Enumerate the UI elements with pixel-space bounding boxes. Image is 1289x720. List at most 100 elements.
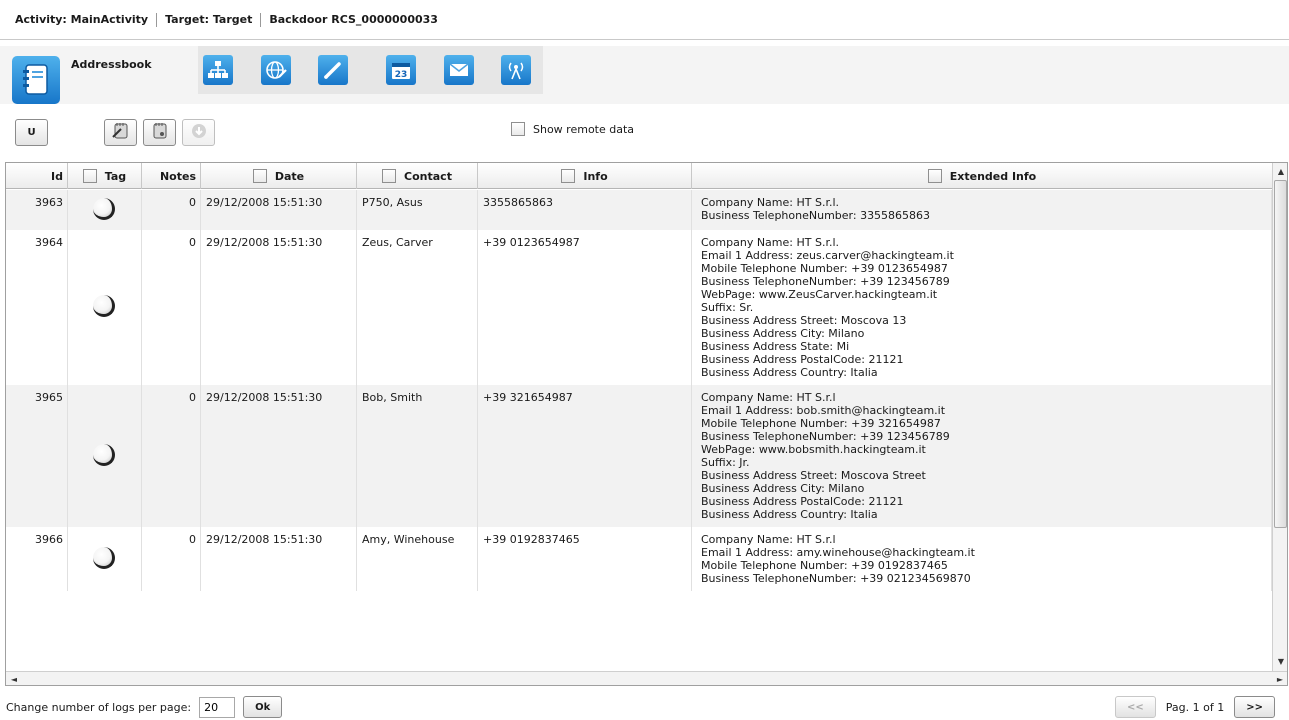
cell-info: +39 0192837465 bbox=[478, 527, 692, 591]
extended-info-line: Business Address PostalCode: 21121 bbox=[701, 495, 904, 508]
scroll-right-icon[interactable]: ► bbox=[1272, 671, 1287, 685]
cell-tag bbox=[68, 385, 142, 527]
tag-edit-button[interactable] bbox=[104, 119, 137, 146]
column-header-date[interactable]: Date bbox=[201, 163, 357, 189]
breadcrumb-backdoor[interactable]: Backdoor RCS_0000000033 bbox=[260, 12, 446, 27]
cell-info: 3355865863 bbox=[478, 190, 692, 230]
extended-info-line: Suffix: Sr. bbox=[701, 301, 754, 314]
scroll-up-icon[interactable]: ▲ bbox=[1273, 163, 1287, 179]
extended-info-line: Company Name: HT S.r.l bbox=[701, 391, 836, 404]
notes-button[interactable] bbox=[143, 119, 176, 146]
cell-id: 3963 bbox=[6, 190, 68, 230]
vertical-scrollbar[interactable]: ▲ ▼ bbox=[1272, 163, 1287, 671]
cell-extended: Company Name: HT S.r.l. Email 1 Address: … bbox=[692, 230, 1272, 385]
scroll-left-icon[interactable]: ◄ bbox=[6, 671, 22, 685]
cell-contact: Zeus, Carver bbox=[357, 230, 478, 385]
scroll-down-icon[interactable]: ▼ bbox=[1273, 653, 1287, 669]
notes-icon bbox=[150, 122, 170, 143]
ok-button[interactable]: Ok bbox=[243, 696, 283, 718]
date-column-checkbox[interactable] bbox=[252, 169, 267, 183]
cell-notes: 0 bbox=[142, 230, 201, 385]
extended-info-line: Company Name: HT S.r.l. bbox=[701, 196, 840, 209]
column-header-info[interactable]: Info bbox=[478, 163, 692, 189]
tag-toggle-icon[interactable] bbox=[92, 197, 115, 220]
module-icon-strip: 23 bbox=[198, 46, 543, 94]
extended-info-line: WebPage: www.ZeusCarver.hackingteam.it bbox=[701, 288, 938, 301]
module-toolbar: Addressbook 23 bbox=[0, 46, 1289, 104]
per-page-input[interactable] bbox=[199, 696, 236, 718]
cell-date: 29/12/2008 15:51:30 bbox=[201, 385, 357, 527]
cell-contact: Amy, Winehouse bbox=[357, 527, 478, 591]
cell-extended: Company Name: HT S.r.l Email 1 Address: a… bbox=[692, 527, 1272, 591]
cell-extended: Company Name: HT S.r.l Email 1 Address: b… bbox=[692, 385, 1272, 527]
globe-icon[interactable] bbox=[261, 55, 291, 85]
tag-toggle-icon[interactable] bbox=[92, 443, 115, 466]
pagination: << Pag. 1 of 1 >> bbox=[1115, 696, 1275, 718]
page-indicator: Pag. 1 of 1 bbox=[1165, 700, 1225, 714]
extended-info-line: Company Name: HT S.r.l bbox=[701, 533, 836, 546]
table-row[interactable]: 3964 0 29/12/2008 15:51:30 Zeus, Carver +39 … bbox=[6, 230, 1272, 385]
extended-info-line: Mobile Telephone Number: +39 0192837465 bbox=[701, 559, 948, 572]
extended-info-line: Email 1 Address: zeus.carver@hackingteam… bbox=[701, 249, 954, 262]
contact-column-checkbox[interactable] bbox=[382, 169, 397, 183]
cell-info: +39 321654987 bbox=[478, 385, 692, 527]
mail-icon[interactable] bbox=[444, 55, 474, 85]
tag-toggle-icon[interactable] bbox=[92, 295, 115, 317]
u-button[interactable]: U bbox=[15, 119, 48, 146]
cell-contact: P750, Asus bbox=[357, 190, 478, 230]
extended-info-line: Email 1 Address: bob.smith@hackingteam.i… bbox=[701, 404, 946, 417]
cell-date: 29/12/2008 15:51:30 bbox=[201, 190, 357, 230]
extended-info-line: Business Address State: Mi bbox=[701, 340, 850, 353]
column-header-contact[interactable]: Contact bbox=[357, 163, 478, 189]
breadcrumb-target[interactable]: Target: Target bbox=[156, 12, 260, 27]
extended-info-line: Email 1 Address: amy.winehouse@hackingte… bbox=[701, 546, 975, 559]
extended-info-line: Business Address Street: Moscova 13 bbox=[701, 314, 907, 327]
info-column-checkbox[interactable] bbox=[561, 169, 576, 183]
extended-info-line: WebPage: www.bobsmith.hackingteam.it bbox=[701, 443, 926, 456]
extended-info-line: Business Address City: Milano bbox=[701, 327, 865, 340]
network-icon[interactable] bbox=[203, 55, 233, 85]
cell-notes: 0 bbox=[142, 385, 201, 527]
cell-id: 3966 bbox=[6, 527, 68, 591]
column-header-id[interactable]: Id bbox=[6, 163, 68, 189]
active-module-label: Addressbook bbox=[71, 58, 152, 71]
cell-tag bbox=[68, 190, 142, 230]
calendar-icon[interactable]: 23 bbox=[386, 55, 416, 85]
antenna-icon[interactable] bbox=[501, 55, 531, 85]
show-remote-label: Show remote data bbox=[533, 122, 635, 136]
prev-page-button[interactable]: << bbox=[1115, 696, 1156, 718]
tag-toggle-icon[interactable] bbox=[92, 546, 115, 569]
table-row[interactable]: 3963 0 29/12/2008 15:51:30 P750, Asus 335586… bbox=[6, 190, 1272, 230]
cell-tag bbox=[68, 230, 142, 385]
cell-tag bbox=[68, 527, 142, 591]
next-page-button[interactable]: >> bbox=[1234, 696, 1275, 718]
download-button[interactable] bbox=[182, 119, 215, 146]
vertical-scroll-thumb[interactable] bbox=[1274, 180, 1287, 528]
cell-contact: Bob, Smith bbox=[357, 385, 478, 527]
pen-icon[interactable] bbox=[318, 55, 348, 85]
table-row[interactable]: 3965 0 29/12/2008 15:51:30 Bob, Smith +39 32… bbox=[6, 385, 1272, 527]
table-row[interactable]: 3966 0 29/12/2008 15:51:30 Amy, Winehouse +3… bbox=[6, 527, 1272, 591]
cell-date: 29/12/2008 15:51:30 bbox=[201, 230, 357, 385]
breadcrumb-activity[interactable]: Activity: MainActivity bbox=[15, 13, 156, 27]
extended-info-column-checkbox[interactable] bbox=[927, 169, 942, 183]
column-header-notes[interactable]: Notes bbox=[142, 163, 201, 189]
svg-text:23: 23 bbox=[395, 70, 408, 80]
cell-notes: 0 bbox=[142, 527, 201, 591]
select-all-tag-checkbox[interactable] bbox=[82, 169, 97, 183]
extended-info-line: Business Address Street: Moscova Street bbox=[701, 469, 926, 482]
extended-info-line: Mobile Telephone Number: +39 0123654987 bbox=[701, 262, 948, 275]
column-header-tag[interactable]: Tag bbox=[68, 163, 142, 189]
addressbook-module-icon[interactable] bbox=[12, 56, 60, 104]
column-header-extended-info[interactable]: Extended Info bbox=[692, 163, 1272, 189]
horizontal-scrollbar[interactable]: ◄ ► bbox=[6, 671, 1287, 685]
cell-date: 29/12/2008 15:51:30 bbox=[201, 527, 357, 591]
extended-info-line: Mobile Telephone Number: +39 321654987 bbox=[701, 417, 941, 430]
extended-info-line: Business TelephoneNumber: +39 123456789 bbox=[701, 275, 950, 288]
show-remote-checkbox[interactable] bbox=[511, 122, 525, 136]
per-page-control: Change number of logs per page: Ok bbox=[6, 696, 283, 718]
download-icon bbox=[190, 122, 208, 143]
extended-info-line: Business TelephoneNumber: +39 123456789 bbox=[701, 430, 950, 443]
addressbook-grid: Id Tag Notes Date Contact Info Extended … bbox=[5, 162, 1288, 686]
show-remote-toggle[interactable]: Show remote data bbox=[511, 122, 634, 136]
